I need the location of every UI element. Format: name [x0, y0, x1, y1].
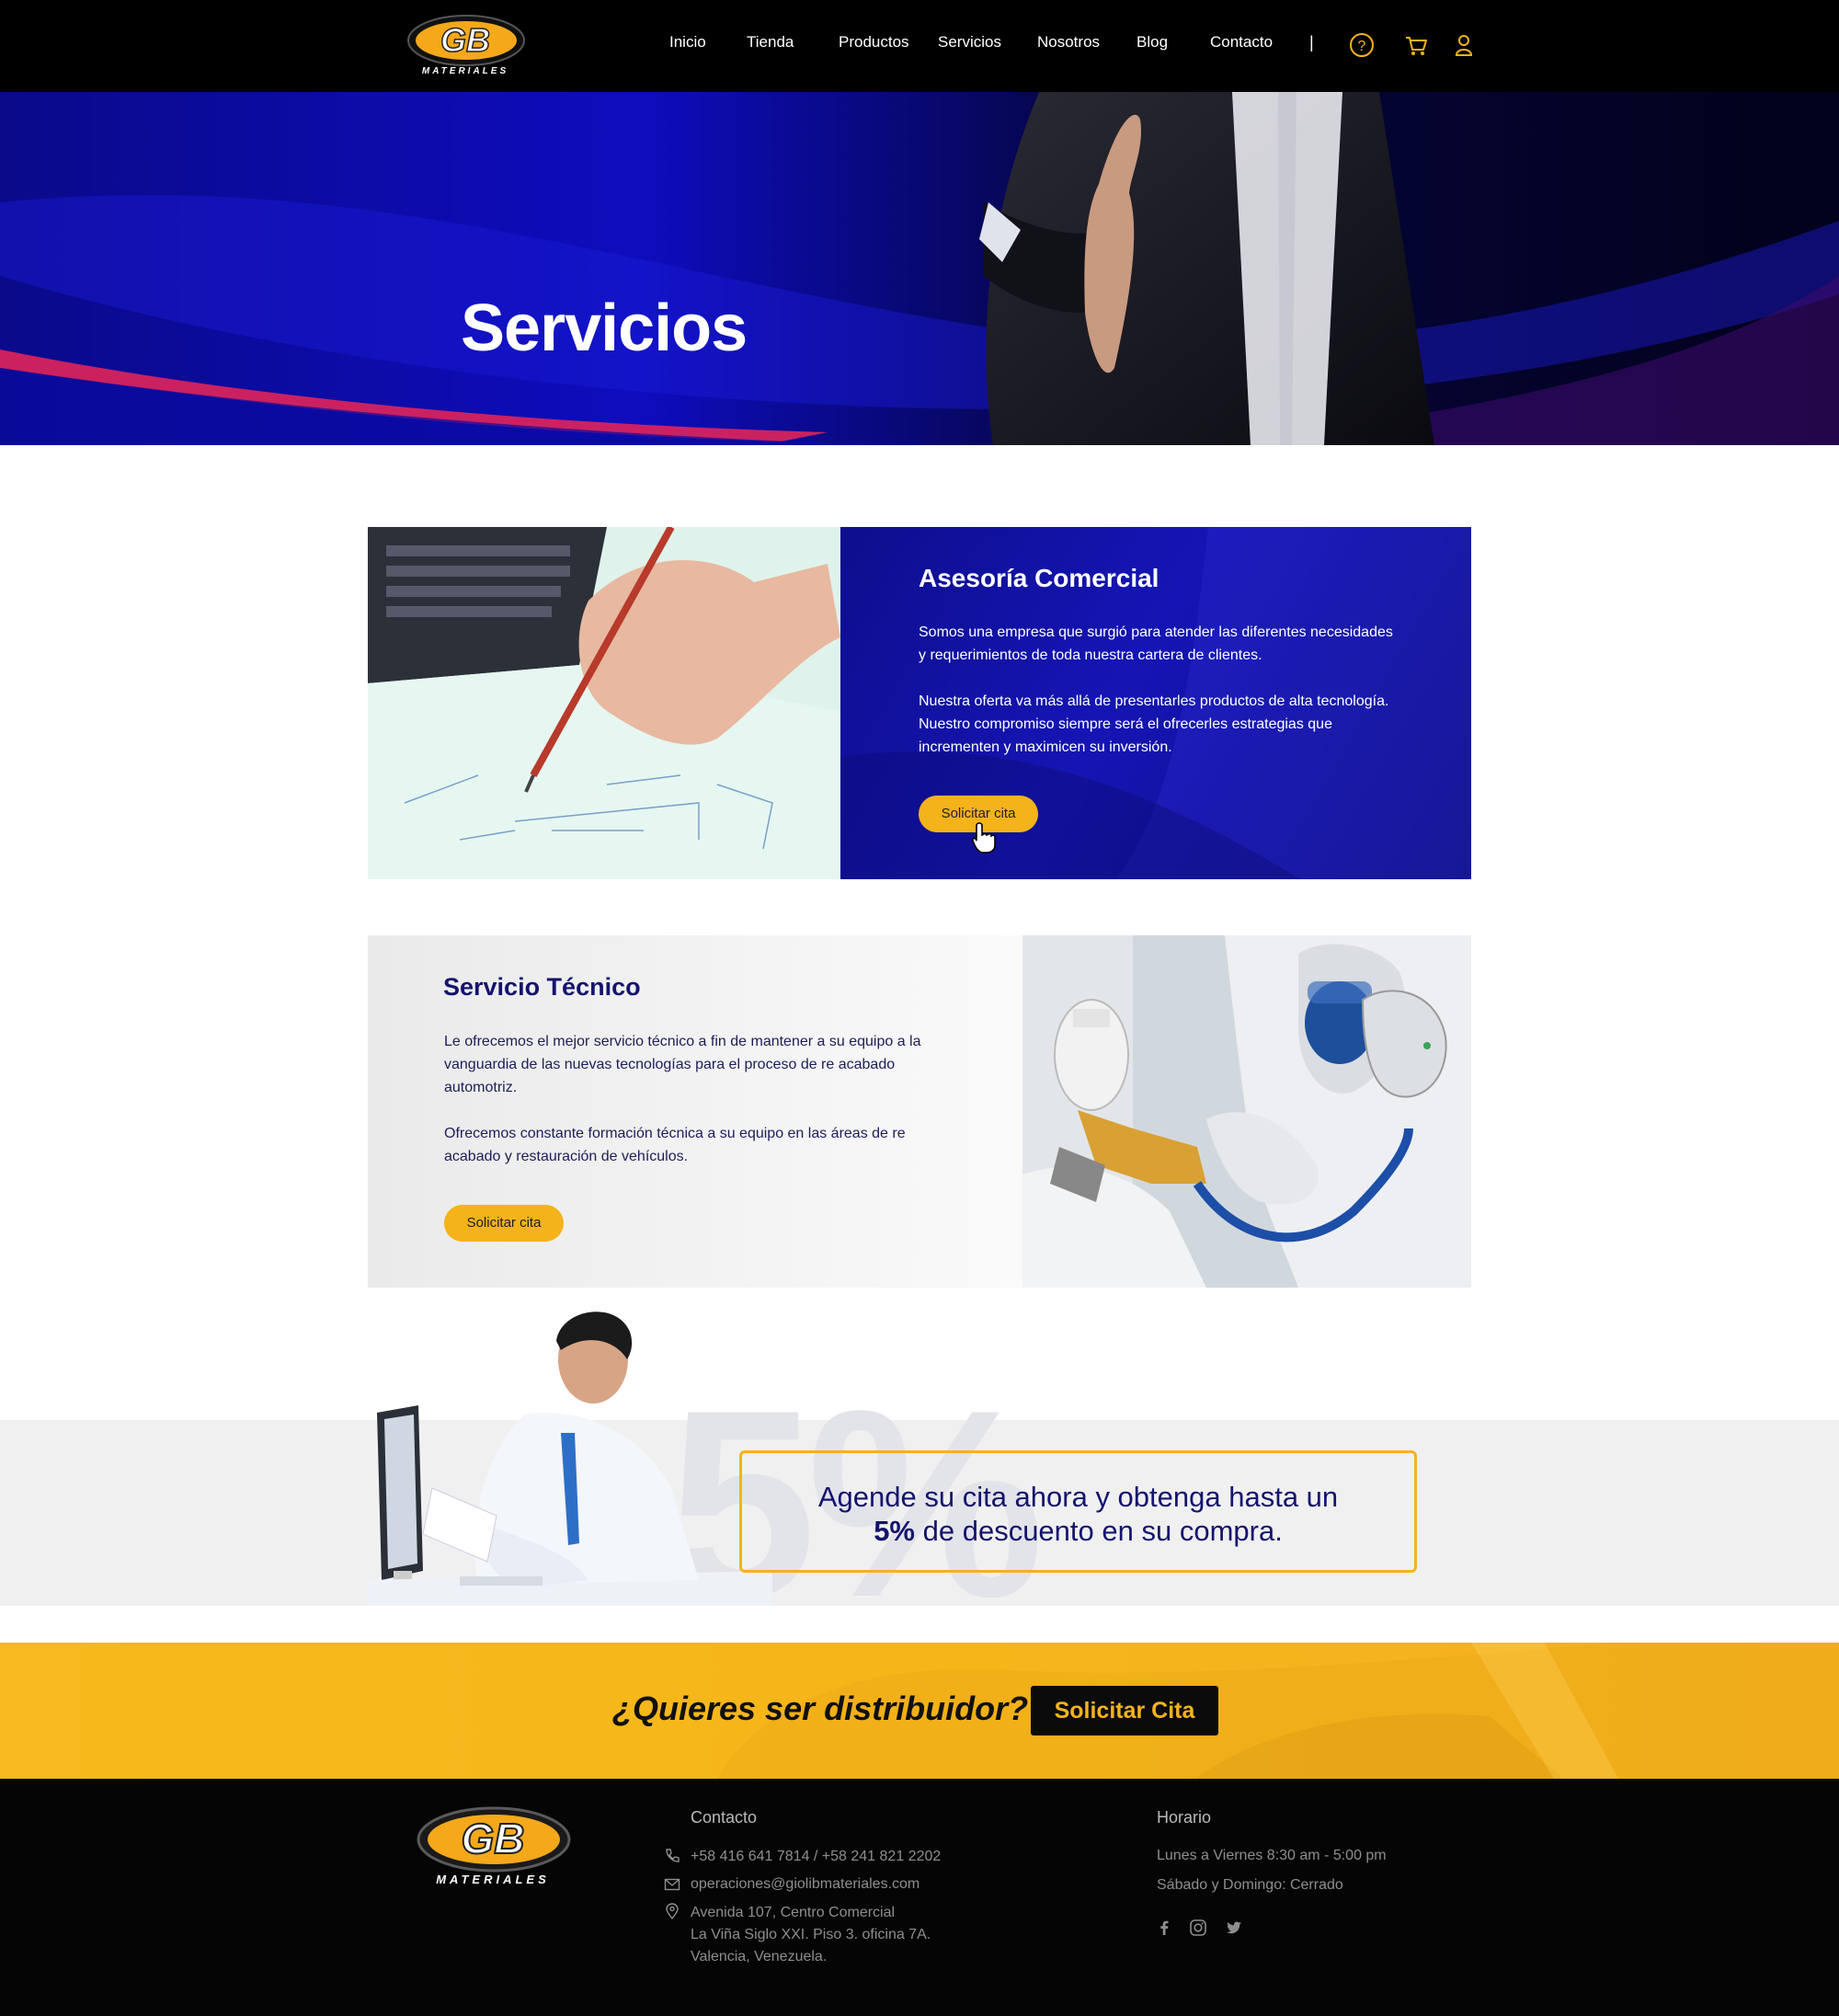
tecnico-title: Servicio Técnico	[443, 973, 641, 1001]
hero-title: Servicios	[461, 292, 748, 365]
asesoria-paragraph-2: Nuestra oferta va más allá de presentarl…	[919, 693, 1389, 755]
mail-icon	[664, 1878, 680, 1891]
footer-address-line1: Avenida 107, Centro Comercial	[691, 1905, 896, 1920]
svg-text:?: ?	[1358, 39, 1366, 54]
tecnico-paragraph-2: Ofrecemos constante formación técnica a …	[444, 1126, 906, 1164]
promo-text-rest: de descuento en su compra.	[915, 1515, 1283, 1547]
tecnico-solicitar-cita-button[interactable]: Solicitar cita	[444, 1205, 564, 1242]
top-navbar: GB MATERIALES Inicio Tienda Productos Se…	[0, 0, 1839, 92]
footer-logo-text: GB	[462, 1815, 525, 1862]
tecnico-paragraph-1: Le ofrecemos el mejor servicio técnico a…	[444, 1034, 921, 1095]
promo-text-line1: Agende su cita ahora y obtenga hasta un	[817, 1481, 1339, 1513]
promo-discount: 5%	[874, 1515, 915, 1547]
footer-hours-weekdays: Lunes a Viernes 8:30 am - 5:00 pm	[1157, 1848, 1387, 1863]
spray-painter-photo	[1022, 935, 1471, 1288]
footer	[0, 1779, 1839, 2016]
footer-address-line2: La Viña Siglo XXI. Piso 3. oficina 7A.	[691, 1927, 931, 1942]
user-icon[interactable]	[1450, 31, 1478, 59]
hero-background	[0, 92, 1839, 445]
nav-blog[interactable]: Blog	[1137, 33, 1168, 52]
nav-productos[interactable]: Productos	[839, 33, 909, 52]
footer-address-line3: Valencia, Venezuela.	[691, 1949, 828, 1964]
twitter-icon[interactable]	[1225, 1919, 1243, 1937]
hand-cursor-icon	[971, 822, 996, 853]
footer-phone[interactable]: +58 416 641 7814 / +58 241 821 2202	[691, 1846, 941, 1868]
hero-banner: Servicios	[0, 92, 1839, 445]
footer-logo-subtext: MATERIALES	[436, 1873, 550, 1886]
logo-text: GB	[440, 21, 490, 59]
footer-contact-title: Contacto	[691, 1808, 758, 1827]
drafting-photo	[368, 527, 840, 879]
logo-subtext: MATERIALES	[422, 66, 508, 76]
nav-separator: |	[1309, 33, 1314, 52]
footer-email[interactable]: operaciones@giolibmateriales.com	[691, 1873, 920, 1896]
instagram-icon[interactable]	[1189, 1919, 1207, 1937]
phone-icon	[666, 1849, 680, 1862]
distributor-question: ¿Quieres ser distribuidor?	[612, 1690, 1029, 1727]
promo-text-line2: 5% de descuento en su compra.	[739, 1515, 1417, 1548]
distributor-solicitar-cita-button[interactable]: Solicitar Cita	[1031, 1686, 1218, 1735]
footer-hours-weekend: Sábado y Domingo: Cerrado	[1157, 1877, 1343, 1893]
asesoria-title: Asesoría Comercial	[919, 564, 1159, 592]
nav-tienda[interactable]: Tienda	[747, 33, 794, 52]
nav-servicios[interactable]: Servicios	[938, 33, 1001, 52]
help-icon[interactable]: ?	[1348, 31, 1376, 59]
location-icon	[666, 1903, 679, 1919]
footer-logo[interactable]: GB MATERIALES	[416, 1804, 577, 1887]
cart-icon[interactable]	[1402, 31, 1430, 59]
nav-contacto[interactable]: Contacto	[1210, 33, 1273, 52]
businessman-photo	[368, 1312, 772, 1606]
footer-hours-title: Horario	[1157, 1808, 1212, 1827]
asesoria-paragraph-1: Somos una empresa que surgió para atende…	[919, 624, 1393, 663]
nav-nosotros[interactable]: Nosotros	[1037, 33, 1100, 52]
facebook-icon[interactable]	[1155, 1919, 1173, 1937]
nav-inicio[interactable]: Inicio	[669, 33, 706, 52]
brand-logo[interactable]: GB MATERIALES	[406, 13, 531, 77]
